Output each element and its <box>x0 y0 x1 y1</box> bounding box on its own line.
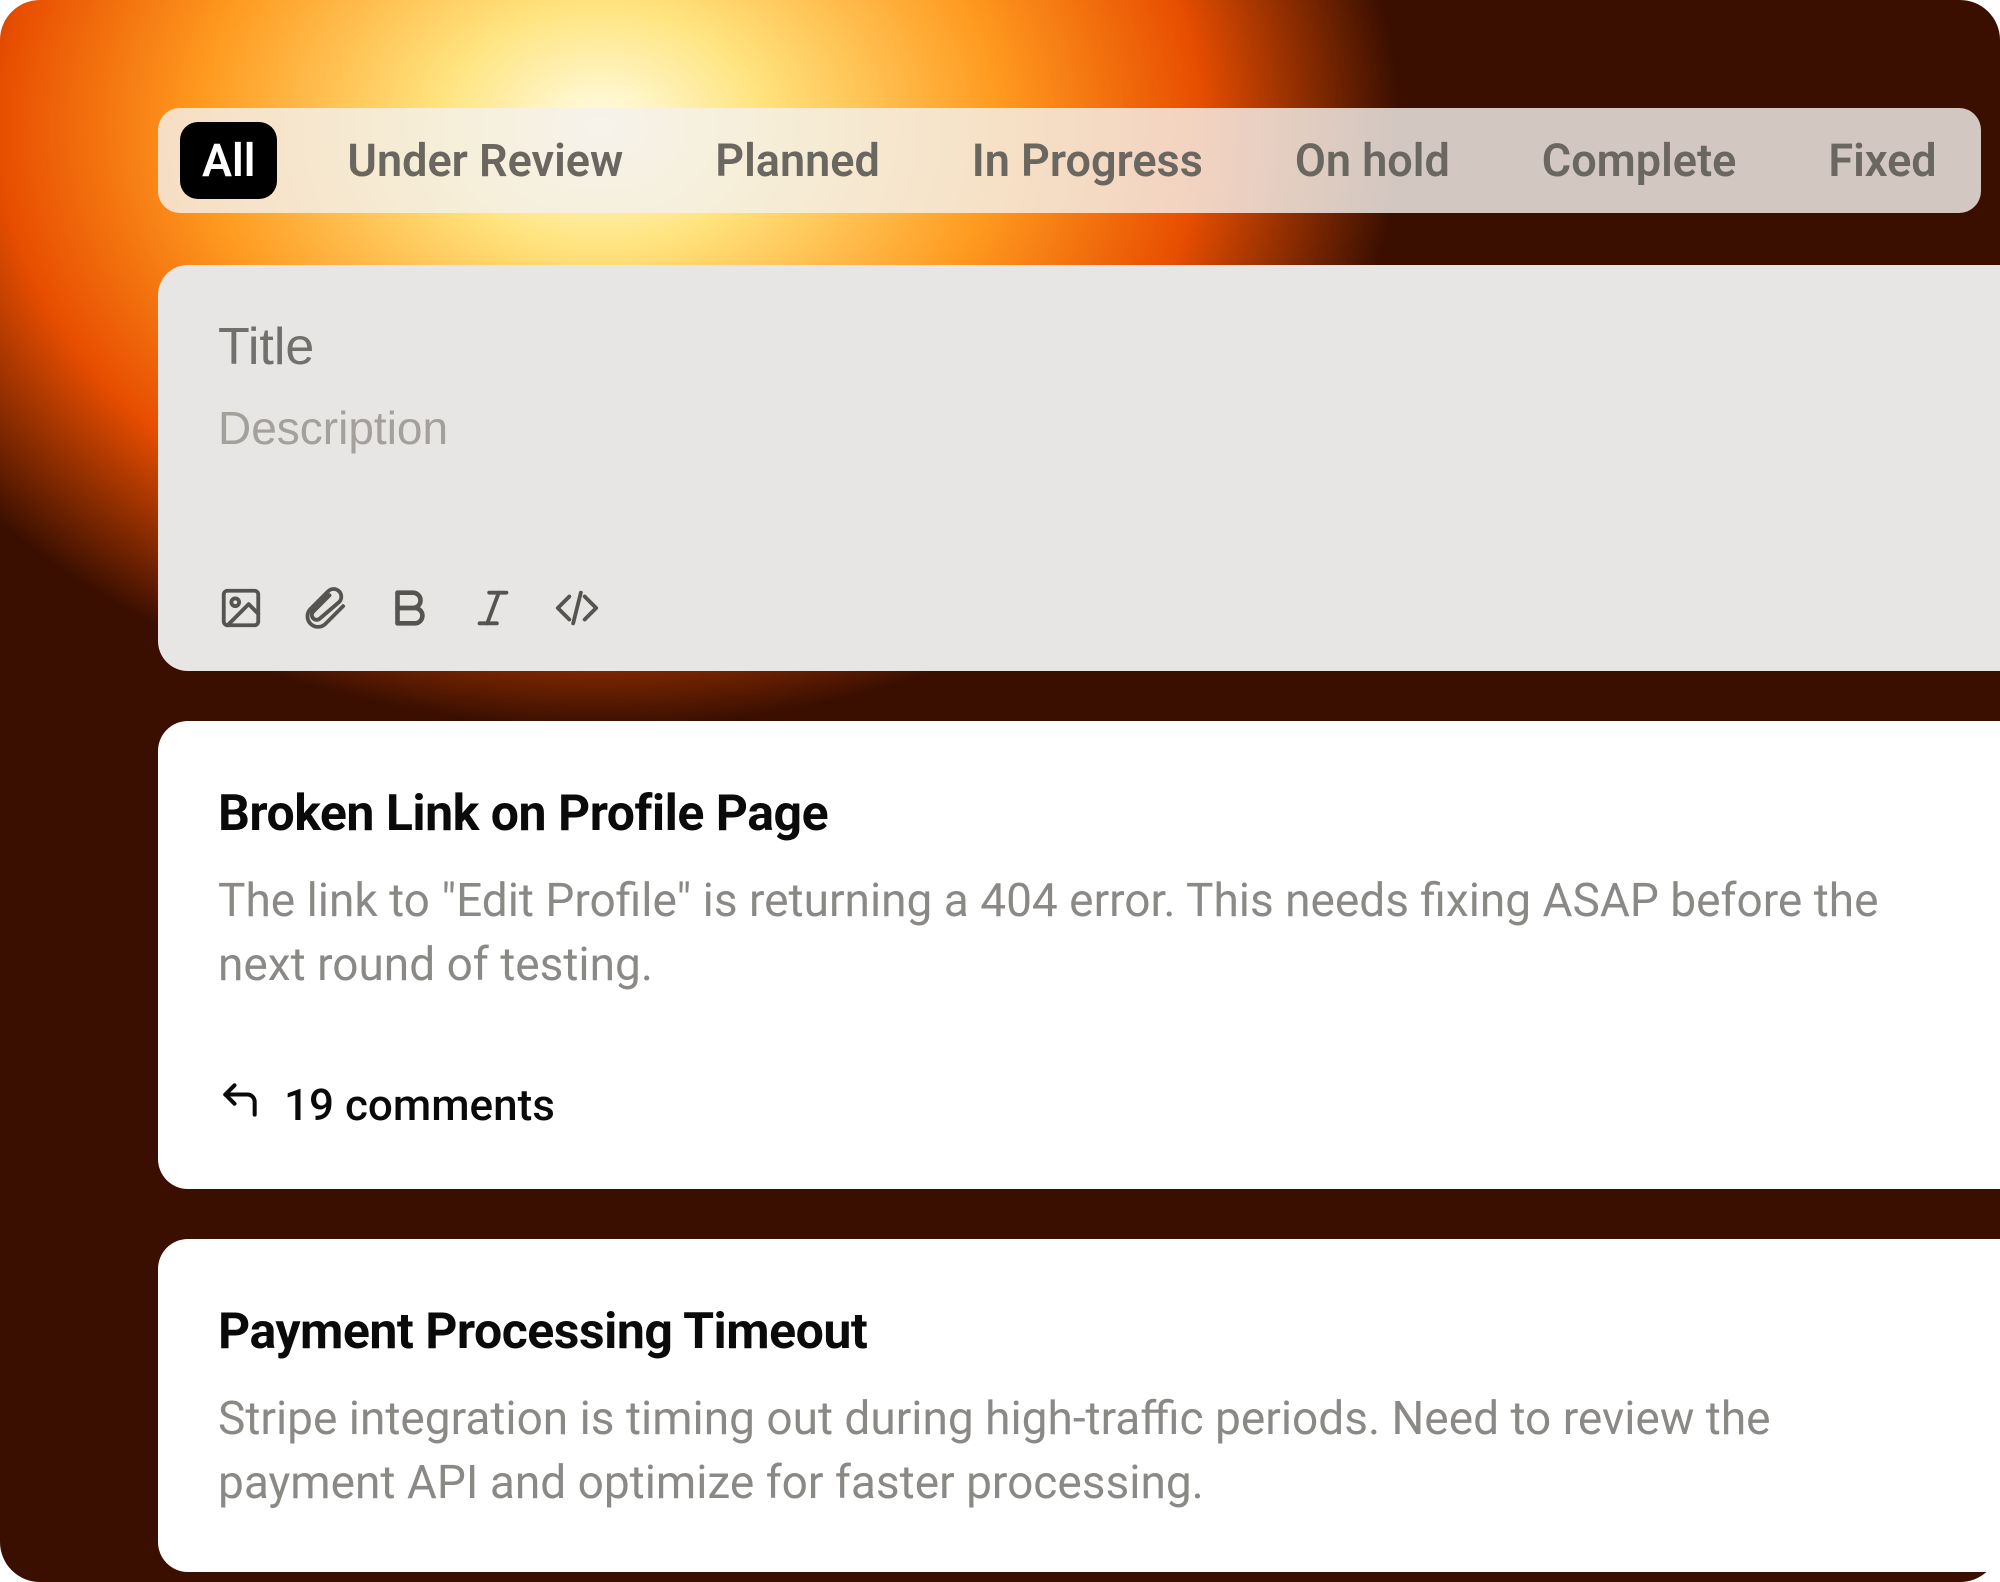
tab-in-progress[interactable]: In Progress <box>950 122 1225 199</box>
tab-under-review[interactable]: Under Review <box>325 122 645 199</box>
tab-complete[interactable]: Complete <box>1520 122 1759 199</box>
bold-icon[interactable] <box>386 585 432 631</box>
attachment-icon[interactable] <box>302 585 348 631</box>
tab-on-hold[interactable]: On hold <box>1273 122 1472 199</box>
code-icon[interactable] <box>554 585 600 631</box>
new-issue-composer <box>158 265 2000 671</box>
description-input[interactable] <box>218 401 2000 455</box>
reply-icon <box>218 1078 262 1133</box>
issue-card[interactable]: Payment Processing Timeout Stripe integr… <box>158 1239 2000 1572</box>
image-icon[interactable] <box>218 585 264 631</box>
italic-icon[interactable] <box>470 585 516 631</box>
issue-description: Stripe integration is timing out during … <box>218 1387 1898 1516</box>
title-input[interactable] <box>218 317 2000 377</box>
issue-card[interactable]: Broken Link on Profile Page The link to … <box>158 721 2000 1189</box>
status-tabs: All Under Review Planned In Progress On … <box>158 108 1981 213</box>
comments-count: 19 comments <box>284 1079 555 1131</box>
issue-description: The link to "Edit Profile" is returning … <box>218 869 1898 998</box>
tab-all[interactable]: All <box>180 122 277 199</box>
composer-toolbar <box>218 585 2000 631</box>
issue-title: Broken Link on Profile Page <box>218 785 2000 843</box>
tab-fixed[interactable]: Fixed <box>1806 122 1958 199</box>
issue-comments[interactable]: 19 comments <box>218 1078 2000 1133</box>
tab-planned[interactable]: Planned <box>693 122 902 199</box>
issue-title: Payment Processing Timeout <box>218 1303 2000 1361</box>
